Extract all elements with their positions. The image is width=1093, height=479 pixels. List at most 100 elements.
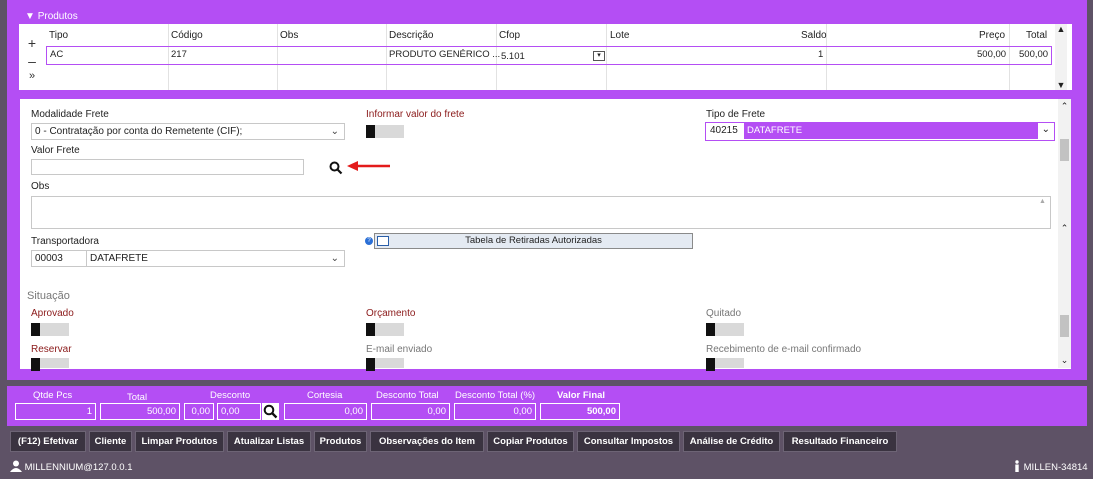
modalidade-frete-value: 0 - Contratação por conta do Remetente (… <box>35 126 243 137</box>
grid-scrollbar[interactable]: ▲ ▼ <box>1055 24 1067 90</box>
aprovado-toggle[interactable] <box>31 323 69 336</box>
scroll-down-icon[interactable]: ▼ <box>1055 80 1067 90</box>
chevron-down-icon: ⌄ <box>330 126 339 137</box>
col-descricao[interactable]: Descrição <box>389 30 433 41</box>
consultar-impostos-button[interactable]: Consultar Impostos <box>577 431 680 452</box>
col-cfop[interactable]: Cfop <box>499 30 520 41</box>
copiar-produtos-button[interactable]: Copiar Produtos <box>487 431 574 452</box>
cortesia-field[interactable]: 0,00 <box>284 403 367 420</box>
tabela-retiradas-label: Tabela de Retiradas Autorizadas <box>465 235 602 246</box>
tipo-frete-label: Tipo de Frete <box>706 109 766 120</box>
desconto-total-label: Desconto Total <box>376 390 439 401</box>
col-preco[interactable]: Preço <box>979 30 1005 41</box>
orcamento-label: Orçamento <box>366 308 416 319</box>
add-row-button[interactable]: + <box>19 35 45 51</box>
modalidade-frete-select[interactable]: 0 - Contratação por conta do Remetente (… <box>31 123 345 140</box>
transportadora-value: DATAFRETE <box>90 253 148 264</box>
scroll-down-icon[interactable]: ⌄ <box>1058 355 1071 366</box>
resultado-financeiro-button[interactable]: Resultado Financeiro <box>783 431 897 452</box>
desconto-total-pct-field[interactable]: 0,00 <box>454 403 536 420</box>
user-status: MILLENNIUM@127.0.0.1 <box>10 460 133 475</box>
col-saldo[interactable]: Saldo <box>801 30 827 41</box>
user-icon <box>10 460 22 475</box>
valor-frete-label: Valor Frete <box>31 145 80 156</box>
obs-textarea[interactable] <box>31 196 1051 229</box>
quitado-toggle[interactable] <box>706 323 744 336</box>
observacoes-item-button[interactable]: Observações do Item <box>370 431 484 452</box>
info-icon <box>1013 460 1021 475</box>
search-icon[interactable] <box>329 161 343 175</box>
expand-button[interactable]: » <box>19 70 45 82</box>
recebimento-label: Recebimento de e-mail confirmado <box>706 344 862 355</box>
cfop-dropdown-button[interactable]: ▾ <box>593 51 605 61</box>
scroll-thumb[interactable] <box>1060 315 1069 337</box>
modalidade-frete-label: Modalidade Frete <box>31 109 109 120</box>
scroll-up-icon[interactable]: ⌃ <box>1058 101 1071 112</box>
produtos-title: Produtos <box>37 11 78 22</box>
remove-row-button[interactable]: – <box>19 53 45 69</box>
calendar-icon <box>377 236 389 246</box>
search-icon[interactable] <box>262 403 279 420</box>
valor-frete-input[interactable] <box>31 159 304 175</box>
frete-form: Modalidade Frete 0 - Contratação por con… <box>19 98 1072 371</box>
col-lote[interactable]: Lote <box>610 30 629 41</box>
totals-bar: Qtde Pcs 1 Total 500,00 Desconto 0,00 0,… <box>7 386 1087 426</box>
total-field[interactable]: 500,00 <box>100 403 180 420</box>
tipo-frete-code: 40215 <box>710 125 738 136</box>
tipo-frete-select[interactable]: 40215 DATAFRETE ⌄ <box>705 122 1055 141</box>
scroll-up-icon[interactable]: ▲ <box>1055 24 1067 34</box>
valor-final-field[interactable]: 500,00 <box>540 403 620 420</box>
col-total[interactable]: Total <box>1026 30 1047 41</box>
qtde-field[interactable]: 1 <box>15 403 96 420</box>
table-row[interactable] <box>46 46 1052 65</box>
atualizar-listas-button[interactable]: Atualizar Listas <box>227 431 311 452</box>
aprovado-label: Aprovado <box>31 308 74 319</box>
email-enviado-toggle[interactable] <box>366 358 404 371</box>
form-scrollbar[interactable]: ⌃ ⌃ ⌄ <box>1058 99 1071 368</box>
instance-label: MILLEN-34814 <box>1023 462 1088 474</box>
efetivar-button[interactable]: (F12) Efetivar <box>10 431 86 452</box>
situacao-title: Situação <box>27 290 70 302</box>
user-label: MILLENNIUM@127.0.0.1 <box>24 462 133 474</box>
col-codigo[interactable]: Código <box>171 30 203 41</box>
col-obs[interactable]: Obs <box>280 30 298 41</box>
quitado-label: Quitado <box>706 308 742 319</box>
col-tipo[interactable]: Tipo <box>49 30 68 41</box>
orcamento-toggle[interactable] <box>366 323 404 336</box>
desconto-label: Desconto <box>210 390 251 401</box>
limpar-produtos-button[interactable]: Limpar Produtos <box>135 431 224 452</box>
reservar-label: Reservar <box>31 344 72 355</box>
valor-final-label: Valor Final <box>557 390 606 401</box>
transportadora-select[interactable]: 00003 DATAFRETE ⌄ <box>31 250 345 267</box>
total-label: Total <box>127 392 148 403</box>
desconto-total-field[interactable]: 0,00 <box>371 403 450 420</box>
transportadora-label: Transportadora <box>31 236 99 247</box>
cell-descricao: PRODUTO GENÉRICO ... <box>389 49 501 60</box>
cell-tipo: AC <box>50 49 64 60</box>
informar-valor-frete-label: Informar valor do frete <box>366 109 465 120</box>
desconto-pct-field[interactable]: 0,00 <box>184 403 214 420</box>
grid-side-buttons: + – » <box>19 24 45 90</box>
recebimento-toggle[interactable] <box>706 358 744 371</box>
obs-label: Obs <box>31 181 50 192</box>
cliente-button[interactable]: Cliente <box>89 431 132 452</box>
scroll-thumb[interactable] <box>1060 139 1069 161</box>
tabela-retiradas-button[interactable]: Tabela de Retiradas Autorizadas <box>374 233 693 249</box>
info-icon: ? <box>365 237 373 245</box>
transportadora-code: 00003 <box>35 253 63 264</box>
red-arrow-icon <box>347 161 391 171</box>
reservar-toggle[interactable] <box>31 358 69 371</box>
informar-valor-frete-toggle[interactable] <box>366 125 404 138</box>
produtos-header[interactable]: ▼ Produtos <box>19 9 1072 24</box>
obs-scroll-icon[interactable]: ▲ <box>1039 198 1046 205</box>
desconto-value-field[interactable]: 0,00 <box>217 403 261 420</box>
produtos-grid: + – » Tipo Código Obs Descrição Cfop Lot… <box>19 24 1072 90</box>
code-divider <box>86 251 87 266</box>
scroll-up-icon[interactable]: ⌃ <box>1058 223 1071 234</box>
analise-credito-button[interactable]: Análise de Crédito <box>683 431 780 452</box>
cortesia-label: Cortesia <box>307 390 343 401</box>
collapse-triangle-icon[interactable]: ▼ <box>25 11 35 22</box>
produtos-button[interactable]: Produtos <box>314 431 367 452</box>
chevron-down-icon: ⌄ <box>330 253 339 264</box>
instance-status: MILLEN-34814 <box>1013 460 1088 475</box>
